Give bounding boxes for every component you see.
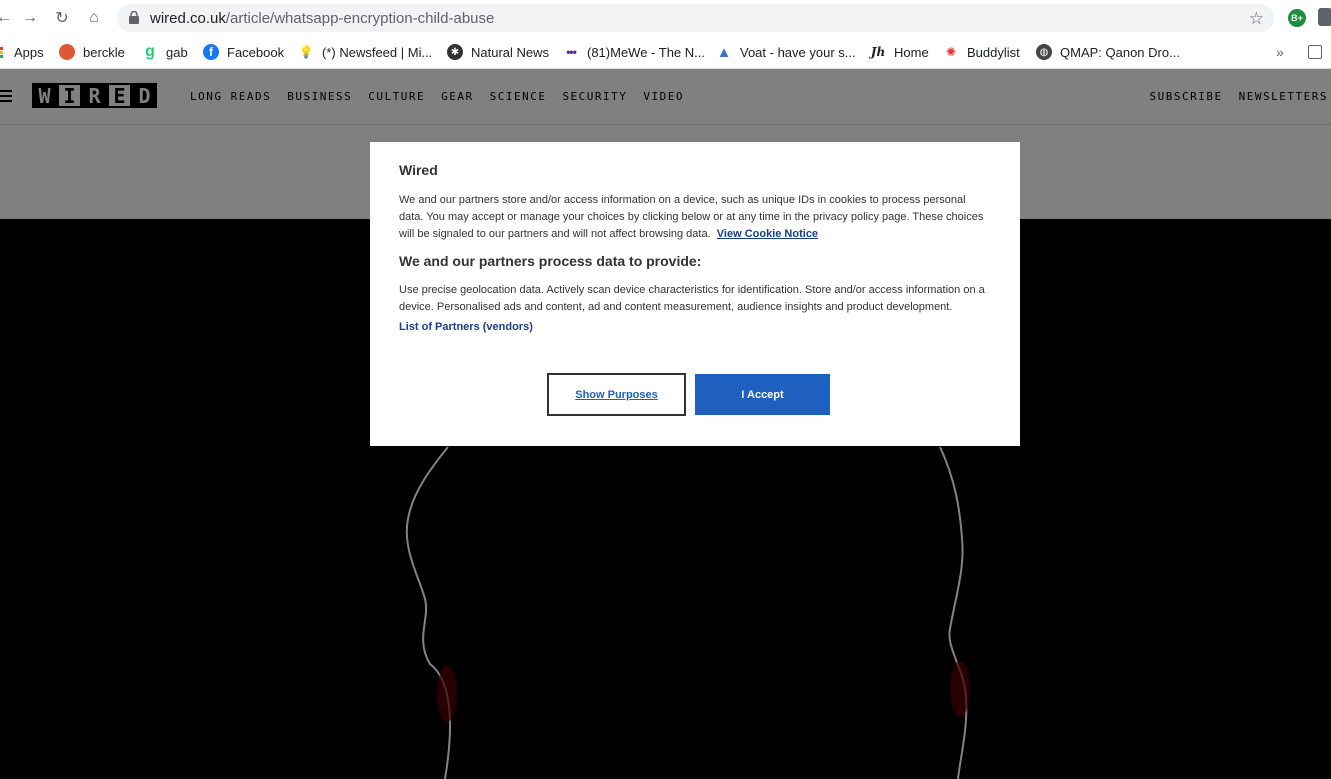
nav-video[interactable]: VIDEO — [643, 90, 684, 103]
consent-intro-paragraph: We and our partners store and/or access … — [399, 192, 991, 243]
natural-news-icon: ✱ — [447, 44, 463, 60]
bookmark-facebook[interactable]: f Facebook — [203, 42, 284, 62]
menu-icon[interactable] — [0, 90, 12, 102]
bookmark-label: Natural News — [471, 44, 550, 60]
bookmarks-bar: Apps berckle g gab f Facebook 💡 (*) News… — [0, 36, 1331, 69]
bookmark-label: Home — [894, 44, 929, 60]
bookmark-label: (*) Newsfeed | Mi... — [322, 44, 433, 60]
bookmark-label: Buddylist — [967, 44, 1020, 60]
bookmark-home[interactable]: Jh Home — [870, 42, 929, 62]
bookmark-berckle[interactable]: berckle — [59, 42, 125, 62]
right-nav: SUBSCRIBE NEWSLETTERS — [1150, 90, 1328, 103]
address-bar[interactable]: wired.co.uk/article/whatsapp-encryption-… — [117, 4, 1274, 32]
extension-avatar[interactable]: B+ — [1288, 9, 1306, 27]
facebook-icon: f — [203, 44, 219, 60]
apps-grid-icon — [0, 44, 4, 60]
nav-subscribe[interactable]: SUBSCRIBE — [1150, 90, 1223, 103]
bookmark-qmap[interactable]: ◍ QMAP: Qanon Dro... — [1036, 42, 1180, 62]
globe-icon: ◍ — [1036, 44, 1052, 60]
list-of-partners-link[interactable]: List of Partners (vendors) — [399, 321, 991, 333]
dialog-title: Wired — [399, 162, 438, 178]
buddylist-icon: ✺ — [945, 45, 957, 59]
bookmark-mewe[interactable]: ••• (81)MeWe - The N... — [563, 42, 705, 62]
bookmark-newsfeed[interactable]: 💡 (*) Newsfeed | Mi... — [298, 42, 433, 62]
berckle-icon — [59, 44, 75, 60]
site-header: W I R E D LONG READS BUSINESS CULTURE GE… — [0, 69, 1331, 125]
nav-newsletters[interactable]: NEWSLETTERS — [1239, 90, 1328, 103]
main-nav: LONG READS BUSINESS CULTURE GEAR SCIENCE… — [190, 90, 684, 103]
bookmark-label: Facebook — [227, 44, 285, 60]
wired-logo[interactable]: W I R E D — [32, 83, 157, 108]
bookmark-label: Apps — [14, 44, 44, 60]
bookmark-label: QMAP: Qanon Dro... — [1060, 44, 1180, 60]
bookmark-apps[interactable]: Apps — [0, 42, 44, 62]
purposes-text: Use precise geolocation data. Actively s… — [399, 284, 985, 313]
nav-business[interactable]: BUSINESS — [287, 90, 352, 103]
accept-button[interactable]: I Accept — [695, 374, 830, 415]
bookmark-natural-news[interactable]: ✱ Natural News — [447, 42, 549, 62]
nav-science[interactable]: SCIENCE — [490, 90, 547, 103]
back-icon[interactable]: ← — [0, 8, 14, 28]
reload-icon[interactable]: ↻ — [52, 8, 72, 28]
lock-icon — [129, 11, 139, 24]
view-cookie-notice-link[interactable]: View Cookie Notice — [717, 228, 818, 240]
nav-security[interactable]: SECURITY — [562, 90, 627, 103]
nav-gear[interactable]: GEAR — [441, 90, 474, 103]
bookmark-voat[interactable]: ▲ Voat - have your s... — [716, 42, 856, 62]
show-purposes-button[interactable]: Show Purposes — [547, 373, 686, 416]
bookmark-star-icon[interactable]: ☆ — [1249, 9, 1264, 29]
jh-icon: Jh — [870, 45, 886, 59]
voat-icon: ▲ — [716, 43, 732, 61]
bookmark-gab[interactable]: g gab — [142, 42, 188, 62]
bookmarks-overflow-icon[interactable]: » — [1276, 44, 1284, 60]
nav-long-reads[interactable]: LONG READS — [190, 90, 271, 103]
forward-icon[interactable]: → — [20, 8, 40, 28]
bookmark-label: berckle — [83, 44, 125, 60]
bookmark-label: (81)MeWe - The N... — [587, 44, 705, 60]
consent-intro-text: We and our partners store and/or access … — [399, 194, 984, 240]
bookmark-label: Voat - have your s... — [740, 44, 856, 60]
bookmark-label: gab — [166, 44, 188, 60]
browser-toolbar: ← → ↻ ⌂ wired.co.uk/article/whatsapp-enc… — [0, 0, 1331, 36]
home-icon[interactable]: ⌂ — [84, 8, 104, 28]
extensions-puzzle-icon[interactable] — [1318, 8, 1331, 26]
nav-culture[interactable]: CULTURE — [368, 90, 425, 103]
gab-icon: g — [145, 43, 155, 60]
mewe-icon: ••• — [566, 45, 577, 59]
url-path: /article/whatsapp-encryption-child-abuse — [225, 10, 495, 27]
bookmark-buddylist[interactable]: ✺ Buddylist — [943, 42, 1020, 62]
reading-list-icon[interactable] — [1308, 45, 1322, 59]
consent-dialog: Wired We and our partners store and/or a… — [370, 142, 1020, 446]
url-text: wired.co.uk/article/whatsapp-encryption-… — [150, 10, 494, 27]
lightbulb-icon: 💡 — [298, 45, 314, 59]
consent-buttons: Show Purposes I Accept — [547, 373, 830, 416]
url-domain: wired.co.uk — [150, 10, 226, 27]
purposes-heading: We and our partners process data to prov… — [399, 253, 702, 269]
